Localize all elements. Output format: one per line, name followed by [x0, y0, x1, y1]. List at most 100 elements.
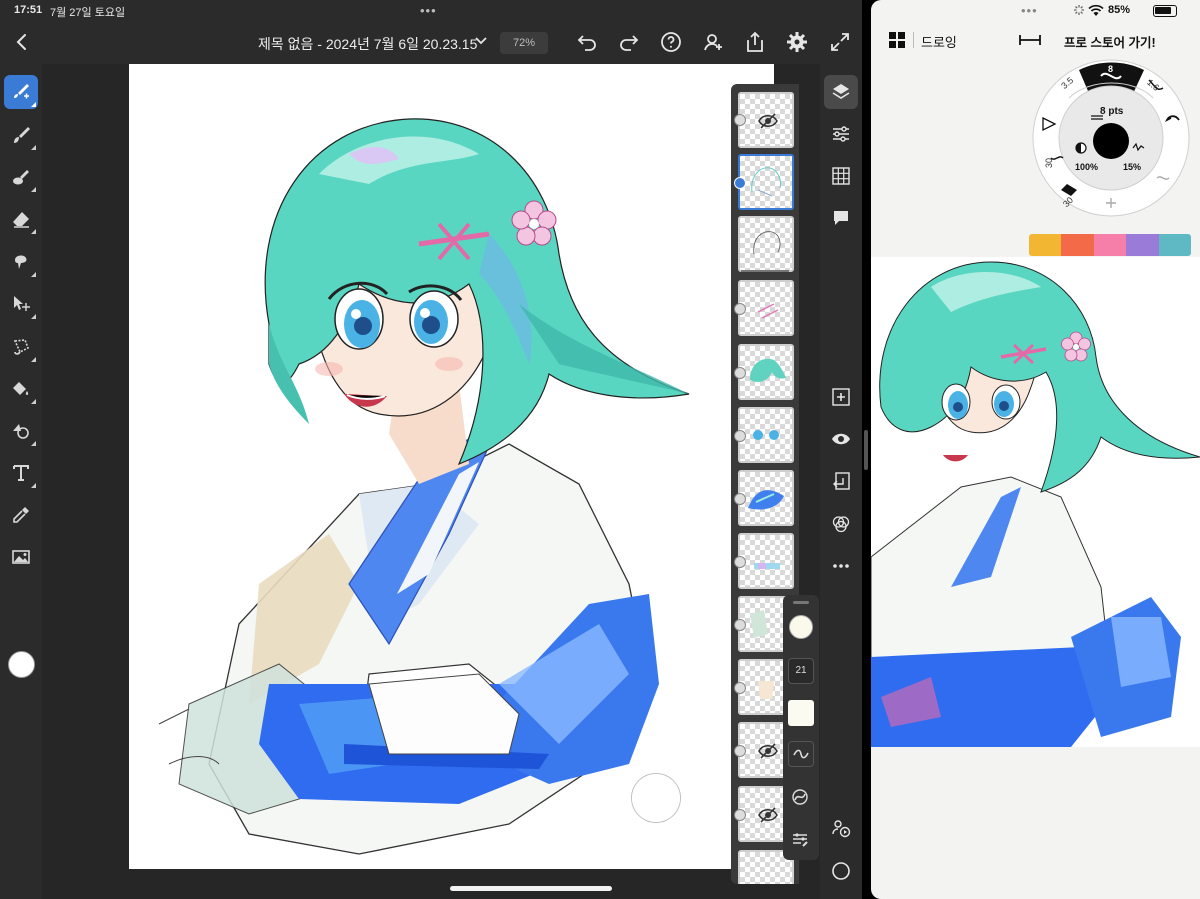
multitask-menu-icon[interactable]: ••• — [420, 3, 437, 18]
brush-tool-button[interactable] — [4, 75, 38, 109]
eyedropper-button[interactable] — [4, 498, 38, 532]
home-grid-icon[interactable] — [889, 32, 905, 48]
liquify-button[interactable] — [4, 245, 38, 279]
layer-select-dot[interactable] — [734, 556, 746, 568]
layer-thumbnail-selected[interactable] — [738, 154, 794, 210]
palette-chip-purple[interactable] — [1126, 234, 1159, 256]
people-play-icon — [832, 820, 851, 838]
status-bar-right: ••• 85% — [871, 0, 1200, 22]
more-icon — [833, 564, 849, 568]
canvas-mode-button[interactable] — [824, 854, 858, 888]
brush-opacity-label: 100% — [1075, 162, 1099, 172]
palette-chip-teal[interactable] — [1158, 234, 1191, 256]
layer-skin-thumb — [758, 681, 774, 699]
layer-select-dot[interactable] — [734, 430, 746, 442]
layer-lineart-thumb — [753, 231, 781, 255]
artwork-illustration — [158, 118, 690, 855]
eye-hidden-icon[interactable] — [757, 740, 779, 762]
wave-icon — [793, 749, 809, 759]
zoom-level[interactable]: 72% — [500, 32, 548, 54]
palette-chip-orange[interactable] — [1061, 234, 1094, 256]
eraser-icon — [13, 212, 29, 228]
layer-thumbnail[interactable] — [738, 533, 794, 589]
layer-thumbnail[interactable] — [738, 216, 794, 272]
share-icon[interactable] — [743, 30, 767, 54]
chevron-down-icon[interactable] — [473, 32, 489, 50]
visibility-button[interactable] — [824, 422, 858, 456]
blend-mode-button[interactable] — [824, 507, 858, 541]
lasso-button[interactable] — [4, 330, 38, 364]
layer-select-dot[interactable] — [734, 493, 746, 505]
palette-chip-pink[interactable] — [1093, 234, 1127, 256]
canvas-area — [42, 64, 820, 899]
settings-icon[interactable] — [785, 30, 809, 54]
pressure-curve-icon — [792, 789, 808, 805]
sliders-icon — [833, 126, 849, 142]
back-icon[interactable] — [10, 30, 34, 54]
fresco-canvas[interactable] — [871, 257, 1200, 747]
pressure-button[interactable] — [788, 785, 814, 811]
image-button[interactable] — [4, 540, 38, 574]
paint-brush-button[interactable] — [4, 118, 38, 152]
panel-handle[interactable] — [793, 601, 809, 604]
adjustments-button[interactable] — [824, 117, 858, 151]
document-title[interactable]: 제목 없음 - 2024년 7월 6일 20.23.15 — [258, 34, 477, 54]
help-icon[interactable] — [659, 30, 683, 54]
grid-button[interactable] — [824, 159, 858, 193]
layer-thumbnail[interactable] — [738, 407, 794, 463]
brush-color-swatch[interactable] — [789, 615, 813, 639]
layers-toggle-button[interactable] — [824, 75, 858, 109]
layer-select-dot[interactable] — [734, 745, 746, 757]
layer-select-dot[interactable] — [734, 367, 746, 379]
image-icon — [12, 550, 30, 564]
eye-hidden-icon[interactable] — [757, 804, 779, 826]
move-button[interactable] — [4, 287, 38, 321]
shape-button[interactable] — [4, 414, 38, 448]
layer-thumbnail[interactable] — [738, 344, 794, 400]
grid-icon — [832, 167, 850, 185]
layer-gradient-thumb — [754, 563, 780, 569]
measure-icon[interactable] — [1019, 34, 1041, 46]
redo-icon[interactable] — [617, 30, 641, 54]
brush-opacity-swatch[interactable] — [788, 700, 814, 726]
smoothing-button[interactable] — [788, 741, 814, 767]
eraser-button[interactable] — [4, 202, 38, 236]
shape-icon — [13, 424, 29, 439]
brush-size-value[interactable]: 21 — [788, 658, 814, 684]
split-view-handle[interactable] — [864, 430, 868, 470]
layer-select-dot[interactable] — [734, 809, 746, 821]
collaborate-button[interactable] — [824, 811, 858, 845]
palette-chip-yellow[interactable] — [1029, 234, 1062, 256]
text-icon — [13, 465, 29, 481]
layer-thumbnail[interactable] — [738, 470, 794, 526]
drawing-label[interactable]: 드로잉 — [921, 32, 957, 51]
fill-icon — [13, 382, 29, 395]
fill-button[interactable] — [4, 372, 38, 406]
layer-select-dot[interactable] — [734, 177, 746, 189]
layer-select-dot[interactable] — [734, 682, 746, 694]
comments-button[interactable] — [824, 201, 858, 235]
smudge-icon — [13, 170, 29, 185]
merge-down-button[interactable] — [824, 464, 858, 498]
fullscreen-icon[interactable] — [828, 30, 852, 54]
invite-icon[interactable] — [701, 30, 725, 54]
home-indicator[interactable] — [450, 886, 612, 891]
layer-select-dot[interactable] — [734, 303, 746, 315]
more-options-button[interactable] — [824, 549, 858, 583]
multitask-menu-icon[interactable]: ••• — [1021, 3, 1038, 18]
layer-thumbnail[interactable] — [738, 280, 794, 336]
eye-hidden-icon[interactable] — [757, 110, 779, 132]
brush-wheel[interactable] — [1029, 58, 1193, 218]
color-swatch[interactable] — [8, 651, 35, 678]
layer-thumbnail[interactable] — [738, 92, 794, 148]
blend-icon — [832, 516, 850, 533]
drawing-canvas[interactable] — [129, 64, 774, 869]
pro-store-link[interactable]: 프로 스토어 가기! — [1064, 32, 1156, 51]
layer-select-dot[interactable] — [734, 619, 746, 631]
layer-select-dot[interactable] — [734, 114, 746, 126]
text-button[interactable] — [4, 456, 38, 490]
brush-settings-button[interactable] — [788, 827, 814, 853]
add-layer-button[interactable] — [824, 380, 858, 414]
smudge-button[interactable] — [4, 160, 38, 194]
undo-icon[interactable] — [575, 30, 599, 54]
